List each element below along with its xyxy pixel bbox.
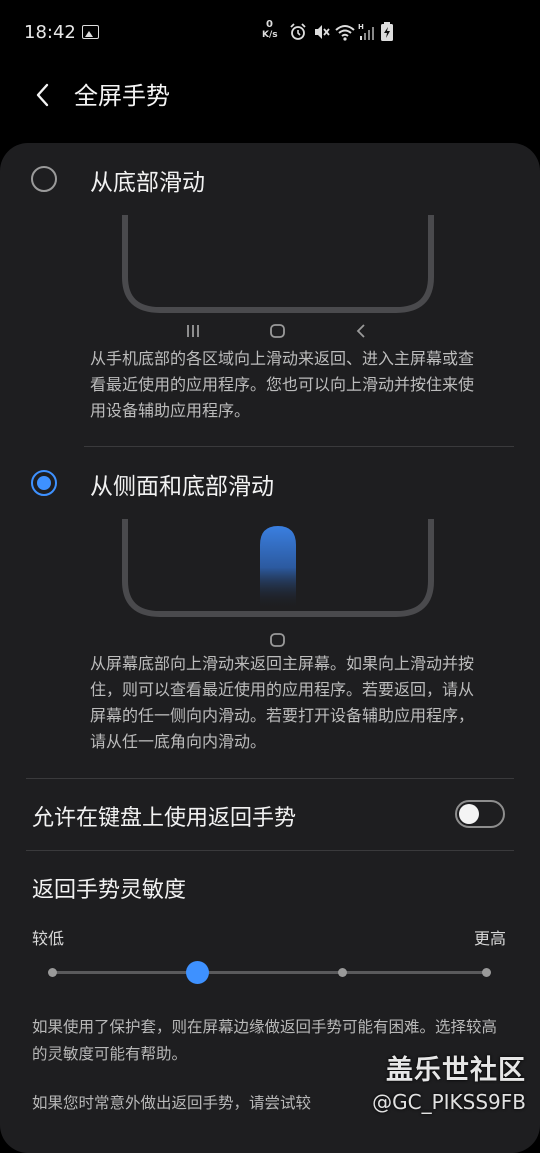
slider-step (338, 968, 347, 977)
signal-icon: H (358, 23, 374, 40)
option-label: 从侧面和底部滑动 (90, 474, 274, 500)
nav-buttons-illustration (185, 322, 375, 340)
option-label: 从底部滑动 (90, 170, 205, 196)
recents-icon (187, 325, 199, 337)
option-swipe-from-bottom[interactable]: 从底部滑动 (0, 153, 540, 213)
mute-icon (315, 25, 330, 39)
sensitivity-low-label: 较低 (32, 929, 65, 948)
option-description: 从手机底部的各区域向上滑动来返回、进入主屏幕或查看最近使用的应用程序。您也可以向… (90, 349, 475, 420)
divider (26, 850, 514, 851)
home-icon (270, 324, 285, 338)
net-speed-unit: K/s (262, 30, 278, 40)
option-description: 从屏幕底部向上滑动来返回主屏幕。如果向上滑动并按住，则可以查看最近使用的应用程序… (90, 654, 475, 751)
toggle-knob (459, 804, 479, 824)
home-icon (270, 633, 285, 647)
slider-thumb[interactable] (186, 961, 209, 984)
wifi-icon (335, 25, 355, 41)
image-icon (82, 25, 99, 39)
divider (26, 778, 514, 779)
slider-step (48, 968, 57, 977)
watermark-user: @GC_PIKSS9FB (372, 1090, 526, 1114)
radio-swipe-from-sides-and-bottom[interactable] (31, 470, 57, 496)
status-time: 18:42 (24, 22, 76, 43)
status-bar: 18:42 0 K/s H (0, 0, 540, 66)
app-bar: 全屏手势 (0, 66, 540, 126)
sensitivity-slider[interactable] (40, 958, 500, 988)
slider-step (482, 968, 491, 977)
phone-illustration-bottom (122, 215, 434, 313)
option-swipe-from-sides-and-bottom[interactable]: 从侧面和底部滑动 (0, 457, 540, 517)
back-nav-icon (356, 324, 365, 338)
battery-charging-icon (381, 22, 393, 41)
keyboard-gesture-label: 允许在键盘上使用返回手势 (32, 806, 297, 831)
keyboard-gesture-toggle[interactable] (455, 800, 505, 828)
phone-illustration-side (122, 519, 434, 617)
radio-swipe-from-bottom[interactable] (31, 166, 57, 192)
sensitivity-title: 返回手势灵敏度 (32, 878, 187, 903)
page-title: 全屏手势 (74, 82, 170, 110)
sensitivity-high-label: 更高 (474, 929, 507, 948)
divider (84, 446, 514, 447)
alarm-icon (290, 23, 306, 40)
status-icons: 0 K/s H (262, 19, 406, 46)
net-speed-value: 0 (266, 19, 273, 30)
back-arrow-icon[interactable] (28, 80, 58, 110)
watermark-site: 盖乐世社区 (386, 1055, 526, 1086)
svg-text:H: H (358, 23, 364, 31)
slider-track (52, 971, 488, 974)
